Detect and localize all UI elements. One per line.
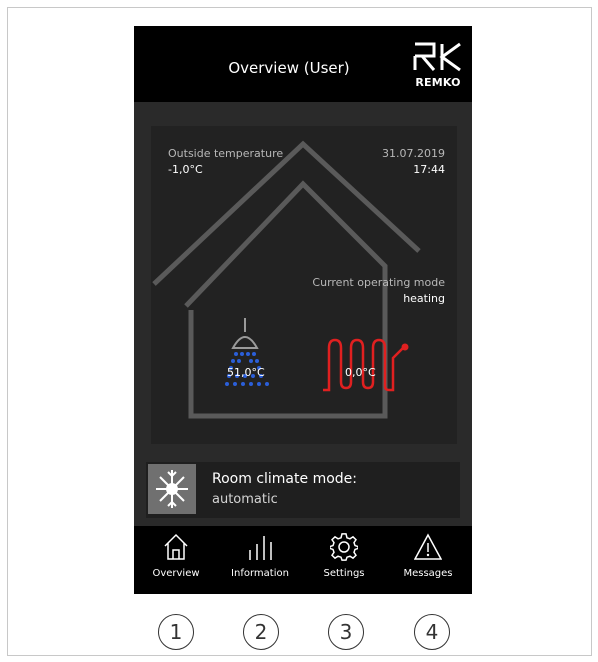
outside-temp-label: Outside temperature xyxy=(168,147,284,160)
heating-temp: 0,0°C xyxy=(345,366,376,379)
operating-mode-label: Current operating mode xyxy=(312,276,445,289)
room-climate-bar[interactable]: Room climate mode: automatic xyxy=(146,462,460,518)
callout-3: 3 xyxy=(328,614,364,650)
operating-mode-value: heating xyxy=(403,292,445,305)
home-icon xyxy=(164,533,188,560)
nav-settings-label: Settings xyxy=(323,568,365,579)
logo-text: REMKO xyxy=(415,76,461,89)
device-screen: Overview (User) REMKO Outside temperatur… xyxy=(134,26,472,594)
nav-overview-label: Overview xyxy=(152,568,200,579)
shower-icon xyxy=(225,318,269,386)
outside-temp-value: -1,0°C xyxy=(168,163,203,176)
warning-icon xyxy=(414,533,442,560)
bars-icon xyxy=(249,536,272,560)
nav-settings[interactable]: Settings xyxy=(302,526,386,594)
room-climate-label: Room climate mode: xyxy=(212,471,357,487)
hot-water-temp: 51,0°C xyxy=(227,366,265,379)
nav-overview[interactable]: Overview xyxy=(134,526,218,594)
nav-messages[interactable]: Messages xyxy=(386,526,470,594)
overview-panel: Outside temperature -1,0°C 31.07.2019 17… xyxy=(151,126,457,444)
remko-logo: REMKO xyxy=(412,40,462,90)
remko-logo-icon xyxy=(413,42,461,72)
nav-messages-label: Messages xyxy=(403,568,453,579)
room-climate-value: automatic xyxy=(212,492,278,507)
nav-information-label: Information xyxy=(231,568,289,579)
callout-2: 2 xyxy=(243,614,279,650)
hot-water-widget[interactable]: 51,0°C xyxy=(211,314,291,394)
time-display: 17:44 xyxy=(413,163,445,176)
header-bar: Overview (User) REMKO xyxy=(134,26,472,102)
climate-mode-icon xyxy=(148,464,196,514)
date-display: 31.07.2019 xyxy=(382,147,445,160)
heating-widget[interactable]: 0,0°C xyxy=(321,336,411,396)
nav-information[interactable]: Information xyxy=(218,526,302,594)
page-title: Overview (User) xyxy=(228,59,350,77)
callout-4: 4 xyxy=(414,614,450,650)
bottom-nav: Overview Information Settings Messages xyxy=(134,526,472,594)
callout-1: 1 xyxy=(158,614,194,650)
gear-icon xyxy=(330,533,358,561)
